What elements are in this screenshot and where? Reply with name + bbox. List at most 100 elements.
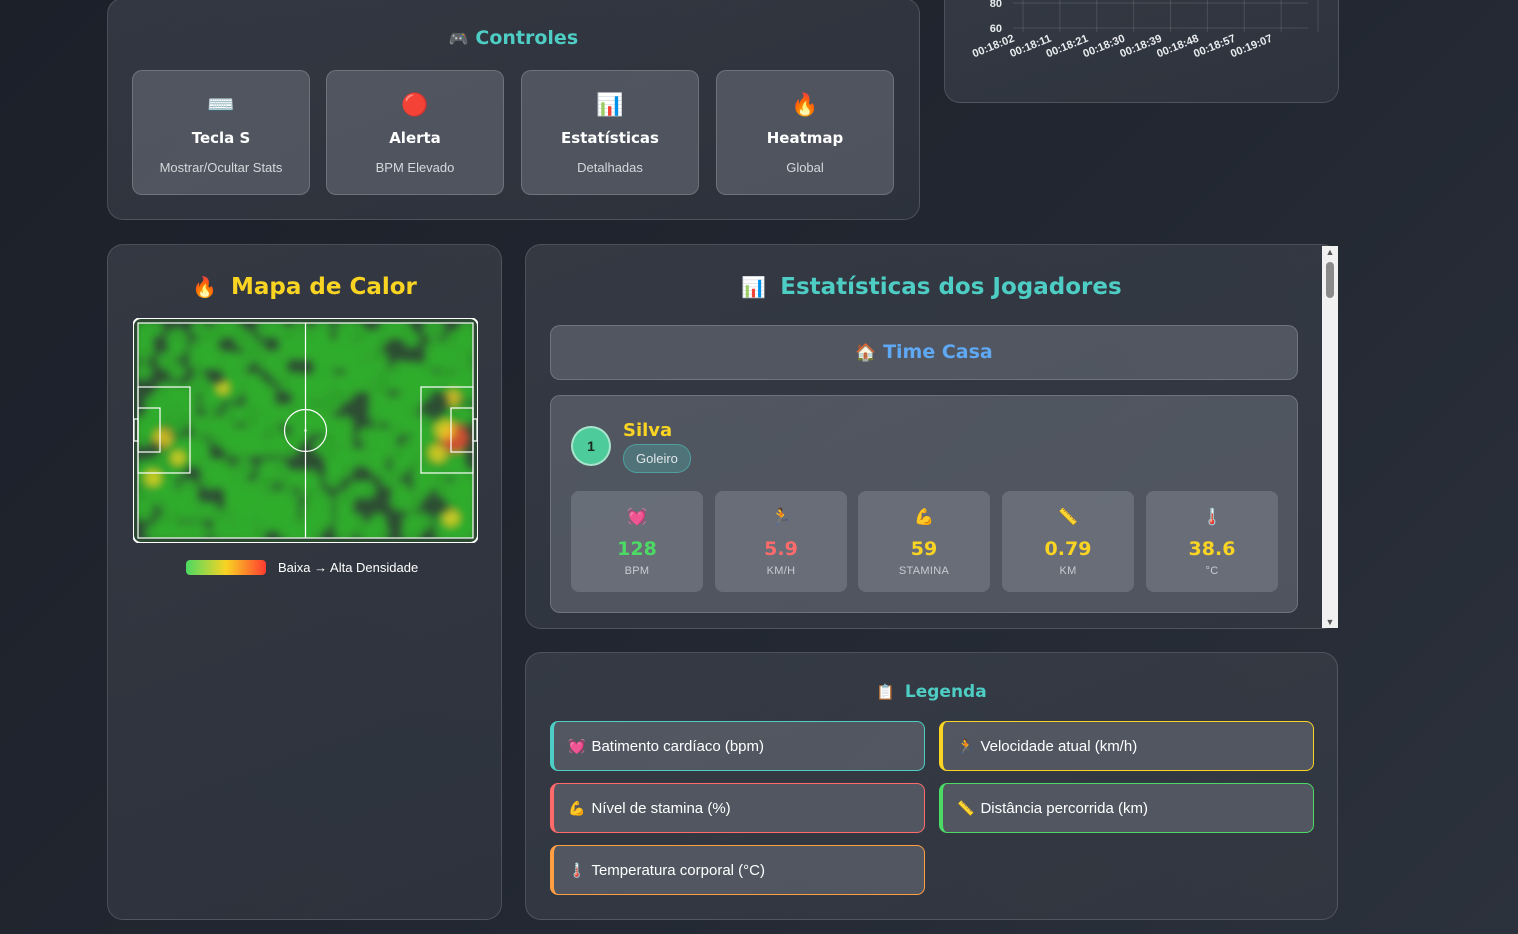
team-header[interactable]: 🏠 Time Casa: [550, 325, 1298, 380]
legend-item-label: Batimento cardíaco (bpm): [591, 738, 765, 755]
control-card-title: Alerta: [389, 129, 441, 147]
heat-hotspot: [435, 420, 455, 440]
gamepad-icon: 🎮: [448, 29, 469, 48]
heart-icon: 💓: [627, 509, 647, 526]
metric-stamina: 💪 59 STAMINA: [858, 491, 990, 592]
legend-item-heart-rate: 💓 Batimento cardíaco (bpm): [550, 721, 925, 771]
thermometer-icon: 🌡️: [568, 862, 586, 878]
metric-bpm: 💓 128 BPM: [571, 491, 703, 592]
heatmap-panel: 🔥 Mapa de Calor Baixa → Alta Densidade: [107, 244, 502, 920]
y-tick-label: 80: [990, 0, 1002, 10]
density-legend-text: Baixa → Alta Densidade: [278, 560, 419, 575]
x-tick-label: 00:18:39: [1118, 33, 1163, 61]
runner-icon: 🏃: [771, 509, 791, 526]
metric-temperature: 🌡️ 38.6 °C: [1146, 491, 1278, 592]
legend-item-stamina: 💪 Nível de stamina (%): [550, 783, 925, 833]
x-tick-label: 00:18:21: [1045, 33, 1090, 61]
controls-title: 🎮 Controles: [448, 27, 579, 49]
control-card-title: Heatmap: [766, 129, 844, 147]
line-chart: 806000:18:0200:18:1100:18:2100:18:3000:1…: [971, 0, 1319, 61]
clipboard-icon: 📋: [876, 683, 895, 701]
density-gradient-bar: [186, 560, 266, 575]
heat-hotspot: [171, 451, 185, 465]
heart-icon: 💓: [568, 738, 586, 754]
player-card[interactable]: 1 Silva Goleiro 💓 128 BPM 🏃 5.9 KM/H 💪 5…: [550, 395, 1298, 613]
scrollbar-thumb[interactable]: [1326, 262, 1334, 298]
x-tick-label: 00:19:07: [1229, 33, 1274, 61]
control-card-subtitle: Detalhadas: [577, 160, 643, 175]
heat-cell: [199, 392, 222, 415]
heat-cell: [323, 468, 344, 490]
heat-cell: [356, 479, 377, 500]
runner-icon: 🏃: [957, 738, 975, 754]
legend-title: 📋 Legenda: [876, 682, 987, 702]
legend-item-label: Temperatura corporal (°C): [591, 862, 765, 879]
x-tick-label: 00:18:57: [1192, 33, 1237, 61]
control-card-title: Tecla S: [191, 129, 251, 147]
heatmap-title: 🔥 Mapa de Calor: [192, 274, 417, 300]
keyboard-icon: ⌨️: [207, 92, 235, 117]
control-card-heatmap[interactable]: 🔥 Heatmap Global: [716, 70, 894, 195]
metric-speed: 🏃 5.9 KM/H: [715, 491, 847, 592]
heat-hotspot: [145, 470, 161, 486]
control-card-stats[interactable]: 📊 Estatísticas Detalhadas: [521, 70, 699, 195]
metric-value: 0.79: [1044, 538, 1092, 560]
heat-cell: [167, 361, 187, 381]
scroll-up-arrow-icon[interactable]: ▲: [1322, 247, 1338, 257]
fire-icon: 🔥: [791, 92, 819, 117]
scroll-down-arrow-icon[interactable]: ▼: [1322, 617, 1338, 627]
control-card-title: Estatísticas: [561, 129, 659, 147]
metric-label: BPM: [624, 565, 650, 577]
legend-item-temperature: 🌡️ Temperatura corporal (°C): [550, 845, 925, 895]
controls-panel: 🎮 Controles ⌨️ Tecla S Mostrar/Ocultar S…: [107, 0, 920, 220]
heat-cell: [402, 329, 421, 349]
metric-value: 38.6: [1188, 538, 1236, 560]
heat-hotspot: [154, 429, 172, 447]
legend-item-label: Nível de stamina (%): [591, 800, 731, 817]
player-number: 1: [571, 426, 611, 466]
y-tick-label: 60: [990, 23, 1002, 35]
stats-scrollbar[interactable]: ▲ ▼: [1322, 246, 1338, 628]
x-tick-label: 00:18:02: [971, 33, 1016, 61]
control-card-keyboard[interactable]: ⌨️ Tecla S Mostrar/Ocultar Stats: [132, 70, 310, 195]
heat-hotspot: [429, 444, 447, 462]
metric-value: 128: [617, 538, 657, 560]
metric-label: KM/H: [766, 565, 796, 577]
heat-hotspot: [446, 391, 460, 405]
ruler-icon: 📏: [957, 800, 975, 816]
heat-cell: [277, 435, 301, 459]
heat-cell: [399, 488, 424, 513]
legend-item-label: Distância percorrida (km): [980, 800, 1148, 817]
metric-value: 5.9: [764, 538, 798, 560]
stats-title: 📊 Estatísticas dos Jogadores: [741, 274, 1122, 300]
muscle-icon: 💪: [568, 800, 586, 816]
legend-item-label: Velocidade atual (km/h): [980, 738, 1138, 755]
x-tick-label: 00:18:48: [1155, 33, 1200, 61]
player-name: Silva: [623, 420, 673, 441]
metric-value: 59: [910, 538, 938, 560]
control-card-subtitle: Global: [786, 160, 824, 175]
heat-cell: [167, 415, 188, 436]
legend-item-speed: 🏃 Velocidade atual (km/h): [939, 721, 1314, 771]
fire-icon: 🔥: [192, 275, 217, 299]
metric-label: °C: [1205, 565, 1219, 577]
heatmap-pitch: [132, 317, 479, 544]
player-stats-panel: 📊 Estatísticas dos Jogadores 🏠 Time Casa…: [525, 244, 1338, 629]
bar-chart-icon: 📊: [741, 275, 767, 299]
thermometer-icon: 🌡️: [1202, 509, 1222, 526]
house-icon: 🏠: [855, 343, 877, 363]
muscle-icon: 💪: [914, 509, 934, 526]
ruler-icon: 📏: [1058, 509, 1078, 526]
metric-distance: 📏 0.79 KM: [1002, 491, 1134, 592]
heat-hotspot: [443, 510, 459, 526]
control-card-alert[interactable]: 🔴 Alerta BPM Elevado: [326, 70, 504, 195]
bpm-chart-panel: 80 60 00:18:02 00:18:11 00:18:21 00:18:30 00:1…: [944, 0, 1339, 103]
metric-label: STAMINA: [898, 565, 950, 577]
bar-chart-icon: 📊: [596, 92, 624, 117]
red-circle-icon: 🔴: [401, 92, 429, 117]
player-position-badge: Goleiro: [623, 444, 691, 473]
control-card-subtitle: Mostrar/Ocultar Stats: [159, 160, 283, 175]
metric-label: KM: [1059, 565, 1077, 577]
heat-hotspot: [217, 382, 229, 394]
legend-item-distance: 📏 Distância percorrida (km): [939, 783, 1314, 833]
